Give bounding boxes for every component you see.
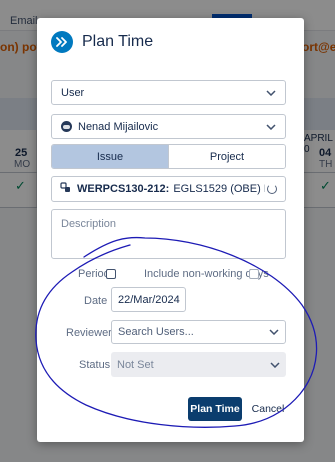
user-select[interactable]: User (51, 80, 286, 105)
reviewer-placeholder: Search Users... (118, 326, 194, 338)
background-day-name: MO (14, 159, 31, 170)
issue-picker[interactable]: WERPCS130-212: EGLS1529 (OBE) Room OP - … (51, 176, 286, 202)
background-day-name: TH (319, 159, 333, 170)
issue-project-toggle: Issue Project (51, 144, 286, 169)
spinner-icon (267, 184, 277, 194)
chevron-down-icon (266, 88, 276, 98)
dialog-header: Plan Time (51, 30, 153, 54)
date-input[interactable]: 22/Mar/2024 (111, 287, 186, 312)
period-checkbox[interactable] (106, 269, 116, 279)
tab-issue[interactable]: Issue (52, 145, 168, 168)
assignee-select-value: Nenad Mijailovic (78, 120, 159, 133)
background-left-heading: on) pot (0, 40, 41, 54)
chevron-down-icon (270, 360, 280, 370)
user-select-value: User (61, 86, 85, 99)
chevron-down-icon (269, 327, 279, 337)
user-avatar-icon (61, 121, 72, 132)
date-label: Date (84, 295, 108, 307)
status-select[interactable]: Not Set (111, 352, 286, 377)
assignee-select[interactable]: Nenad Mijailovic (51, 114, 286, 139)
issue-key: WERPCS130-212: (77, 183, 170, 195)
subtask-icon (60, 182, 71, 196)
issue-summary: EGLS1529 (OBE) Room OP - A... (173, 183, 265, 195)
reviewer-label: Reviewer (66, 327, 112, 339)
plan-time-dialog: Plan Time User Nenad Mijailovic Issue Pr… (37, 18, 304, 442)
background-day-number: 25 (15, 147, 28, 159)
reviewer-select[interactable]: Search Users... (111, 320, 286, 344)
description-placeholder: Description (61, 218, 117, 230)
status-value: Not Set (117, 358, 154, 371)
plan-time-button[interactable]: Plan Time (188, 397, 242, 421)
background-right-heading: ort@e (302, 40, 335, 54)
description-field[interactable]: Description (51, 209, 286, 259)
background-check-icon: ✓ (320, 178, 331, 193)
non-working-days-checkbox[interactable] (249, 269, 259, 279)
tab-project[interactable]: Project (168, 145, 285, 168)
background-calendar-right: APRIL 0 04 TH ✓ (302, 130, 335, 208)
dialog-title: Plan Time (82, 33, 154, 50)
cancel-button[interactable]: Cancel (252, 397, 285, 421)
double-chevron-right-icon (51, 31, 73, 53)
background-calendar-left: 25 MO ✓ (0, 130, 37, 208)
status-label: Status (79, 359, 111, 371)
chevron-down-icon (266, 122, 276, 132)
date-value: 22/Mar/2024 (118, 293, 180, 306)
background-day-number: 04 (319, 147, 332, 159)
background-check-icon: ✓ (15, 178, 26, 193)
